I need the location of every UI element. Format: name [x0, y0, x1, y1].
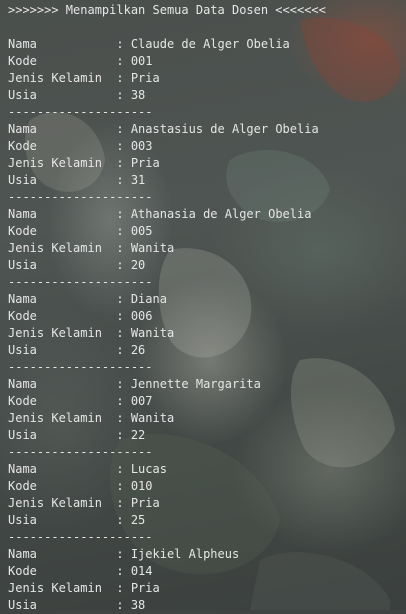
- field-label: Nama :: [8, 377, 131, 391]
- record-gender-line: Jenis Kelamin : Pria: [8, 495, 398, 512]
- field-label: Jenis Kelamin :: [8, 411, 131, 425]
- field-value: Pria: [130, 496, 160, 510]
- field-value: Pria: [130, 581, 160, 595]
- record-gender-line: Jenis Kelamin : Pria: [8, 155, 398, 172]
- field-label: Usia :: [8, 343, 131, 357]
- field-value: Lucas: [130, 462, 167, 476]
- record-kode-line: Kode : 006: [8, 308, 398, 325]
- field-label: Usia :: [8, 513, 131, 527]
- field-value: Wanita: [130, 241, 175, 255]
- record-usia-line: Usia : 38: [8, 597, 398, 614]
- field-value: 006: [130, 309, 153, 323]
- field-label: Kode :: [8, 224, 131, 238]
- separator-line: --------------------: [8, 360, 153, 374]
- record-block: Nama : Anastasius de Alger Obelia Kode : …: [8, 121, 398, 206]
- record-gender-line: Jenis Kelamin : Pria: [8, 580, 398, 597]
- field-value: 25: [130, 513, 146, 527]
- record-block: Nama : Jennette Margarita Kode : 007 Jenis…: [8, 376, 398, 461]
- field-label: Usia :: [8, 258, 131, 272]
- field-value: 005: [130, 224, 153, 238]
- field-label: Usia :: [8, 173, 131, 187]
- field-label: Nama :: [8, 462, 131, 476]
- record-usia-line: Usia : 26: [8, 342, 398, 359]
- field-label: Jenis Kelamin :: [8, 496, 131, 510]
- record-block: Nama : Ijekiel Alpheus Kode : 014 Jenis Ke…: [8, 546, 398, 614]
- field-value: Wanita: [130, 326, 175, 340]
- field-value: 20: [130, 258, 146, 272]
- separator-line: --------------------: [8, 530, 153, 544]
- record-usia-line: Usia : 31: [8, 172, 398, 189]
- record-usia-line: Usia : 20: [8, 257, 398, 274]
- field-label: Jenis Kelamin :: [8, 71, 131, 85]
- field-value: 22: [130, 428, 146, 442]
- record-block: Nama : Athanasia de Alger Obelia Kode : 0…: [8, 206, 398, 291]
- record-name-line: Nama : Ijekiel Alpheus: [8, 546, 398, 563]
- field-value: 38: [130, 88, 146, 102]
- record-name-line: Nama : Diana: [8, 291, 398, 308]
- field-value: 26: [130, 343, 146, 357]
- separator-line: --------------------: [8, 275, 153, 289]
- field-value: 31: [130, 173, 146, 187]
- record-block: Nama : Diana Kode : 006 Jenis Kelamin : Wa…: [8, 291, 398, 376]
- field-label: Kode :: [8, 309, 131, 323]
- separator-line: --------------------: [8, 105, 153, 119]
- field-value: 001: [130, 54, 153, 68]
- field-value: Athanasia de Alger Obelia: [130, 207, 312, 221]
- terminal-output: >>>>>>> Menampilkan Semua Data Dosen <<<…: [0, 0, 406, 612]
- record-name-line: Nama : Claude de Alger Obelia: [8, 36, 398, 53]
- field-value: Diana: [130, 292, 167, 306]
- record-usia-line: Usia : 22: [8, 427, 398, 444]
- field-label: Kode :: [8, 54, 131, 68]
- field-value: Jennette Margarita: [130, 377, 261, 391]
- record-kode-line: Kode : 007: [8, 393, 398, 410]
- record-kode-line: Kode : 003: [8, 138, 398, 155]
- field-value: 007: [130, 394, 153, 408]
- record-kode-line: Kode : 001: [8, 53, 398, 70]
- field-value: Pria: [130, 156, 160, 170]
- record-usia-line: Usia : 38: [8, 87, 398, 104]
- record-gender-line: Jenis Kelamin : Wanita: [8, 240, 398, 257]
- field-label: Nama :: [8, 207, 131, 221]
- record-name-line: Nama : Anastasius de Alger Obelia: [8, 121, 398, 138]
- record-gender-line: Jenis Kelamin : Pria: [8, 70, 398, 87]
- field-label: Nama :: [8, 122, 131, 136]
- record-kode-line: Kode : 010: [8, 478, 398, 495]
- field-label: Jenis Kelamin :: [8, 326, 131, 340]
- field-value: Ijekiel Alpheus: [130, 547, 240, 561]
- record-block: Nama : Lucas Kode : 010 Jenis Kelamin : Pr…: [8, 461, 398, 546]
- field-value: Wanita: [130, 411, 175, 425]
- header-line: >>>>>>> Menampilkan Semua Data Dosen <<<…: [8, 3, 326, 17]
- field-label: Jenis Kelamin :: [8, 156, 131, 170]
- field-label: Usia :: [8, 428, 131, 442]
- field-value: 003: [130, 139, 153, 153]
- field-value: Pria: [130, 71, 160, 85]
- field-label: Nama :: [8, 292, 131, 306]
- record-name-line: Nama : Athanasia de Alger Obelia: [8, 206, 398, 223]
- record-gender-line: Jenis Kelamin : Wanita: [8, 410, 398, 427]
- field-value: Anastasius de Alger Obelia: [130, 122, 319, 136]
- field-value: 010: [130, 479, 153, 493]
- field-value: Claude de Alger Obelia: [130, 37, 290, 51]
- record-kode-line: Kode : 014: [8, 563, 398, 580]
- separator-line: --------------------: [8, 190, 153, 204]
- record-usia-line: Usia : 25: [8, 512, 398, 529]
- field-label: Kode :: [8, 479, 131, 493]
- field-label: Nama :: [8, 547, 131, 561]
- field-label: Jenis Kelamin :: [8, 241, 131, 255]
- field-label: Jenis Kelamin :: [8, 581, 131, 595]
- record-name-line: Nama : Jennette Margarita: [8, 376, 398, 393]
- field-label: Kode :: [8, 564, 131, 578]
- record-gender-line: Jenis Kelamin : Wanita: [8, 325, 398, 342]
- field-label: Nama :: [8, 37, 131, 51]
- field-label: Usia :: [8, 88, 131, 102]
- field-value: 014: [130, 564, 153, 578]
- record-block: Nama : Claude de Alger Obelia Kode : 001 J…: [8, 36, 398, 121]
- records-list: Nama : Claude de Alger Obelia Kode : 001 J…: [8, 36, 398, 614]
- separator-line: --------------------: [8, 445, 153, 459]
- field-label: Kode :: [8, 394, 131, 408]
- field-label: Kode :: [8, 139, 131, 153]
- record-name-line: Nama : Lucas: [8, 461, 398, 478]
- record-kode-line: Kode : 005: [8, 223, 398, 240]
